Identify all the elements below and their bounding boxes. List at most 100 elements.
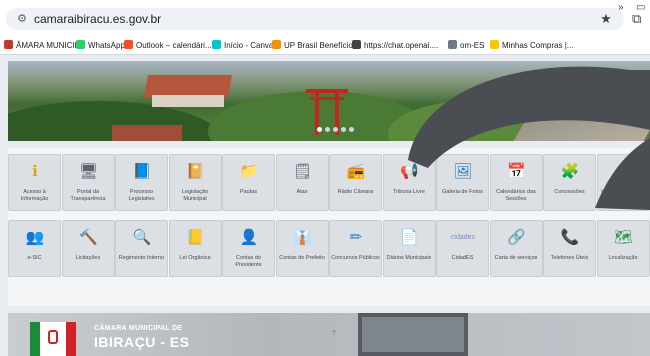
service-tile-label: Legislação Municipal bbox=[181, 189, 209, 202]
service-tile-label: Diários Municipais bbox=[386, 255, 432, 261]
info-icon: ℹ bbox=[32, 163, 38, 180]
carousel-dot[interactable] bbox=[349, 127, 354, 132]
cidades-icon: cidades bbox=[450, 234, 476, 241]
bookmark-star-icon[interactable]: ★ bbox=[598, 11, 614, 27]
services-grid: ℹ Acesso à Informação 🖥 Portal da Transparê… bbox=[8, 148, 650, 306]
bookmark-label: Minhas Compras |... bbox=[502, 41, 574, 50]
carousel-dot[interactable] bbox=[341, 127, 346, 132]
service-tile[interactable]: 📔 Legislação Municipal bbox=[168, 154, 222, 211]
service-tile[interactable]: 📁 Pautas bbox=[222, 154, 275, 211]
rules-icon: 🔍 bbox=[132, 229, 152, 246]
bookmarks-folder-icon[interactable]: ▭ bbox=[636, 2, 645, 13]
carousel-dots bbox=[317, 119, 357, 137]
service-tile-label: Processo Legislativo bbox=[128, 189, 155, 202]
law-icon: ⚖ bbox=[616, 163, 631, 180]
gazette-icon: 📄 bbox=[400, 229, 419, 246]
service-tile[interactable]: 🔗 Carta de serviços bbox=[489, 220, 543, 277]
extensions-icon[interactable]: ⧉ bbox=[632, 11, 646, 27]
bookmark-label: Outlook – calendári... bbox=[136, 41, 212, 50]
institutional-banner: ⇡ CÂMARA MUNICIPAL DE IBIRAÇU - ES bbox=[8, 313, 650, 356]
bookmarks-bar: ÂMARA MUNICIP... WhatsApp Outlook – calend… bbox=[0, 36, 650, 54]
service-tile[interactable]: ⚖ Leis (PPA, LDO E LOA) bbox=[596, 154, 650, 211]
service-tile-label: Lei Orgânica bbox=[179, 255, 211, 261]
bookmark-favicon-icon bbox=[4, 40, 13, 49]
bookmark-item[interactable]: WhatsApp bbox=[76, 39, 125, 52]
service-tile[interactable]: 📞 Telefones Úteis bbox=[543, 220, 596, 277]
bookmark-label: UP Brasil Benefícios bbox=[284, 41, 357, 50]
url-text[interactable]: camaraibiracu.es.gov.br bbox=[34, 12, 161, 26]
service-tile[interactable]: 👥 e-SIC bbox=[8, 220, 61, 277]
service-tile[interactable]: 📘 Processo Legislativo bbox=[115, 154, 168, 211]
service-tile-label: Calendários das Sessões bbox=[496, 189, 536, 202]
service-tile[interactable]: 🗒 Atas bbox=[275, 154, 329, 211]
service-tile[interactable]: 📻 Rádio Câmara bbox=[329, 154, 382, 211]
service-tile-label: e-SIC bbox=[27, 255, 42, 261]
hero-banner bbox=[8, 61, 650, 141]
service-tile[interactable]: 📄 Diários Municipais bbox=[382, 220, 436, 277]
bookmark-label: WhatsApp bbox=[88, 41, 125, 50]
service-tile[interactable]: 🖥 Portal da Transparência bbox=[61, 154, 115, 211]
service-tile[interactable]: 📢 Tribuna Livre bbox=[382, 154, 436, 211]
service-tile[interactable]: 🗺 Localização bbox=[596, 220, 650, 277]
bookmark-item[interactable]: ÂMARA MUNICIP... bbox=[4, 39, 86, 52]
service-tile-label: Concessões bbox=[554, 189, 585, 195]
bookmark-label: om-ES bbox=[460, 41, 485, 50]
service-tile[interactable]: ✏ Concursos Públicos bbox=[329, 220, 382, 277]
organic-law-icon: 📒 bbox=[186, 229, 205, 246]
document-icon: 📘 bbox=[132, 163, 152, 180]
service-tile-label: CidadES bbox=[451, 255, 474, 261]
services-icon: 🔗 bbox=[507, 229, 526, 246]
upload-icon: ⇡ bbox=[330, 329, 339, 340]
browser-toolbar: ⚙ camaraibiracu.es.gov.br ★ ⧉ ÂMARA MUNI… bbox=[0, 0, 650, 55]
service-tile[interactable]: cidades CidadES bbox=[436, 220, 489, 277]
map-icon: 🗺 bbox=[613, 229, 634, 246]
service-tile[interactable]: 👤 Contas do Presidente bbox=[222, 220, 275, 277]
brand-subtitle: CÂMARA MUNICIPAL DE bbox=[94, 325, 183, 332]
site-settings-icon[interactable]: ⚙ bbox=[15, 12, 29, 26]
service-tile[interactable]: ℹ Acesso à Informação bbox=[8, 154, 61, 211]
service-tile-label: Pautas bbox=[239, 189, 258, 195]
bookmark-item[interactable]: om-ES bbox=[448, 39, 484, 52]
service-tile-label: Localização bbox=[608, 255, 638, 261]
service-tile[interactable]: 🖼 Galeria de Fotos bbox=[436, 154, 489, 211]
service-tile-label: Atas bbox=[296, 189, 308, 195]
hero-road bbox=[513, 91, 650, 141]
concessions-icon: 🧩 bbox=[560, 163, 580, 180]
service-tile[interactable]: 🧩 Concessões bbox=[543, 154, 596, 211]
service-tile-label: Telefones Úteis bbox=[550, 255, 589, 261]
service-tile[interactable]: 🔨 Licitações bbox=[61, 220, 115, 277]
bookmark-item[interactable]: UP Brasil Benefícios bbox=[272, 39, 357, 52]
law-book-icon: 📔 bbox=[186, 163, 205, 180]
service-tile-label: Concursos Públicos bbox=[331, 255, 380, 261]
bookmarks-overflow[interactable]: » bbox=[618, 2, 624, 13]
bookmark-favicon-icon bbox=[76, 40, 85, 49]
carousel-dot[interactable] bbox=[325, 127, 330, 132]
bookmark-favicon-icon bbox=[272, 40, 281, 49]
service-tile-label: Tribuna Livre bbox=[393, 189, 425, 195]
bookmark-item[interactable]: https://chat.openai.... bbox=[352, 39, 438, 52]
service-tile-label: Contas do Presidente bbox=[235, 255, 262, 268]
address-row: ⚙ camaraibiracu.es.gov.br ★ ⧉ bbox=[0, 0, 650, 34]
radio-icon: 📻 bbox=[346, 163, 366, 180]
bookmark-item[interactable]: Minhas Compras |... bbox=[490, 39, 573, 52]
bookmark-favicon-icon bbox=[448, 40, 457, 49]
bookmark-favicon-icon bbox=[490, 40, 499, 49]
carousel-dot[interactable] bbox=[317, 127, 322, 132]
service-tile[interactable]: 📒 Lei Orgânica bbox=[168, 220, 222, 277]
service-tile[interactable]: 📅 Calendários das Sessões bbox=[489, 154, 543, 211]
sic-icon: 👥 bbox=[25, 229, 45, 246]
president-icon: 👤 bbox=[239, 229, 259, 246]
municipal-flag-logo bbox=[30, 322, 76, 356]
folder-icon: 📁 bbox=[239, 163, 259, 180]
service-tile[interactable]: 👔 Contas do Prefeito bbox=[275, 220, 329, 277]
bookmark-item[interactable]: Início - Canva bbox=[212, 39, 273, 52]
address-bar[interactable]: ⚙ camaraibiracu.es.gov.br ★ bbox=[6, 8, 624, 30]
phone-icon: 📞 bbox=[560, 229, 580, 246]
service-tile-label: Contas do Prefeito bbox=[279, 255, 325, 261]
carousel-dot[interactable] bbox=[333, 127, 338, 132]
service-tile-label: Carta de serviços bbox=[494, 255, 538, 261]
bookmark-item[interactable]: Outlook – calendári... bbox=[124, 39, 212, 52]
service-tile[interactable]: 🔍 Regimento Interno bbox=[115, 220, 168, 277]
contest-icon: ✏ bbox=[349, 229, 363, 246]
bookmark-favicon-icon bbox=[212, 40, 221, 49]
